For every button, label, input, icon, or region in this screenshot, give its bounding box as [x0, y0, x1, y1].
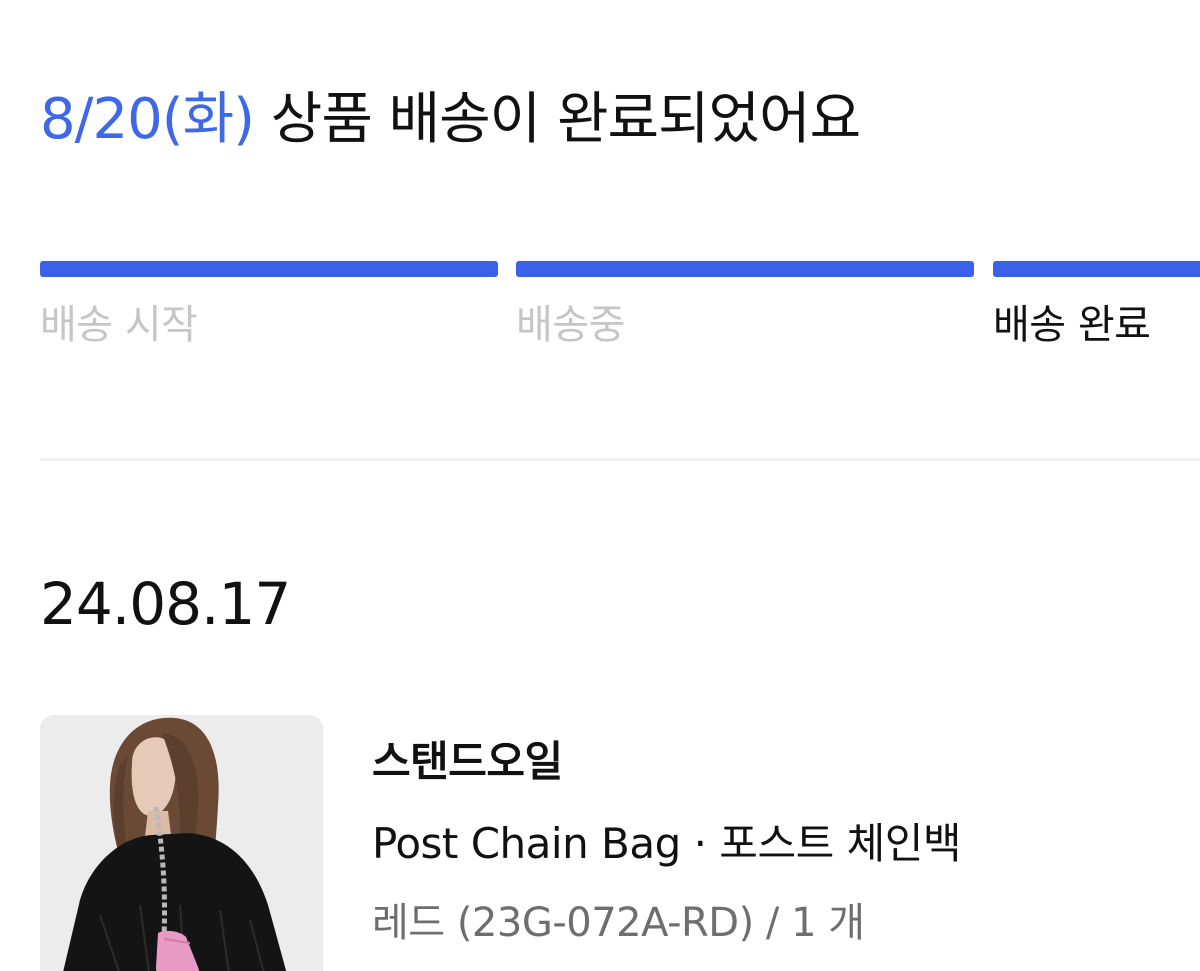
progress-step-in-transit: 배송중 [516, 261, 974, 351]
order-date: 24.08.17 [40, 570, 291, 638]
product-image[interactable] [40, 715, 323, 971]
progress-step-label: 배송 시작 [40, 302, 198, 348]
delivery-date: 8/20(화) [40, 87, 255, 152]
product-brand[interactable]: 스탠드오일 [372, 735, 563, 789]
delivery-progress-tracker: 배송 시작 배송중 배송 완료 [40, 261, 1200, 361]
progress-step-label: 배송중 [516, 302, 625, 348]
progress-bar-segment [516, 261, 974, 277]
product-photo-illustration [40, 715, 323, 971]
delivery-status-message: 상품 배송이 완료되었어요 [270, 87, 861, 152]
progress-bar-segment [40, 261, 498, 277]
order-item-card[interactable]: 스탠드오일 Post Chain Bag · 포스트 체인백 레드 (23G-0… [40, 715, 1200, 971]
product-option: 레드 (23G-072A-RD) / 1 개 [372, 900, 865, 946]
progress-step-shipping-started: 배송 시작 [40, 261, 498, 351]
progress-step-delivered: 배송 완료 [993, 261, 1200, 351]
product-name[interactable]: Post Chain Bag · 포스트 체인백 [372, 817, 962, 871]
progress-step-label: 배송 완료 [993, 302, 1151, 348]
delivery-status-page: 8/20(화) 상품 배송이 완료되었어요 배송 시작 배송중 배송 완료 24… [0, 0, 1200, 971]
section-divider [40, 458, 1200, 461]
delivery-status-heading: 8/20(화) 상품 배송이 완료되었어요 [40, 82, 861, 158]
progress-bar-segment [993, 261, 1200, 277]
